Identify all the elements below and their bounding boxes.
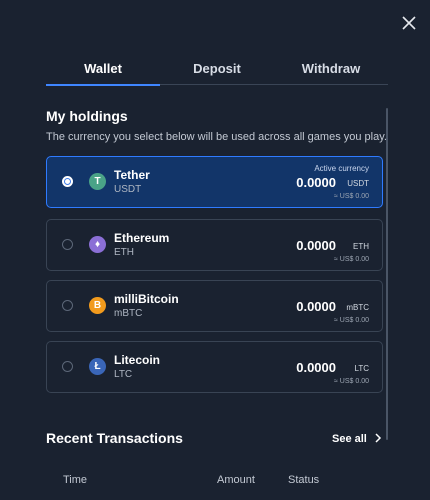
balance-unit: USDT [347, 179, 369, 188]
radio-tether[interactable] [62, 176, 73, 187]
currency-code: mBTC [114, 308, 143, 319]
currency-name: milliBitcoin [114, 292, 179, 306]
currency-code: ETH [114, 247, 134, 258]
tether-icon: T [89, 173, 106, 190]
balance-unit: LTC [354, 364, 369, 373]
chevron-right-icon[interactable] [374, 432, 382, 444]
litecoin-icon: Ł [89, 358, 106, 375]
balance-amount: 0.0000 [296, 360, 336, 375]
ethereum-icon: ♦ [89, 236, 106, 253]
active-currency-label: Active currency [314, 164, 369, 173]
see-all-link[interactable]: See all [332, 433, 367, 445]
radio-millibitcoin[interactable] [62, 300, 73, 311]
currency-card-ethereum[interactable]: ♦ Ethereum ETH 0.0000 ETH ≈ US$ 0.00 [46, 219, 383, 271]
currency-name: Tether [114, 168, 150, 182]
tab-wallet[interactable]: Wallet [46, 58, 160, 86]
currency-code: USDT [114, 184, 142, 195]
holdings-title: My holdings [46, 108, 128, 124]
tab-deposit[interactable]: Deposit [160, 58, 274, 84]
bitcoin-icon: B [89, 297, 106, 314]
currency-code: LTC [114, 369, 133, 380]
balance-amount: 0.0000 [296, 175, 336, 190]
usd-value: ≈ US$ 0.00 [334, 378, 369, 385]
column-header-time: Time [63, 474, 88, 486]
scrollbar[interactable] [386, 108, 388, 440]
currency-card-litecoin[interactable]: Ł Litecoin LTC 0.0000 LTC ≈ US$ 0.00 [46, 341, 383, 393]
balance-amount: 0.0000 [296, 299, 336, 314]
holdings-subtitle: The currency you select below will be us… [46, 131, 387, 143]
usd-value: ≈ US$ 0.00 [334, 317, 369, 324]
usd-value: ≈ US$ 0.00 [334, 193, 369, 200]
tab-withdraw[interactable]: Withdraw [274, 58, 388, 84]
balance-unit: mBTC [346, 303, 369, 312]
column-header-status: Status [288, 474, 320, 486]
usd-value: ≈ US$ 0.00 [334, 256, 369, 263]
tab-bar: Wallet Deposit Withdraw [46, 58, 388, 86]
close-icon[interactable] [400, 14, 418, 32]
currency-name: Ethereum [114, 231, 170, 245]
balance-amount: 0.0000 [296, 238, 336, 253]
currency-card-tether[interactable]: T Tether USDT Active currency 0.0000 USD… [46, 156, 383, 208]
radio-litecoin[interactable] [62, 361, 73, 372]
radio-ethereum[interactable] [62, 239, 73, 250]
currency-name: Litecoin [114, 353, 161, 367]
recent-transactions-title: Recent Transactions [46, 430, 183, 446]
currency-card-millibitcoin[interactable]: B milliBitcoin mBTC 0.0000 mBTC ≈ US$ 0.… [46, 280, 383, 332]
balance-unit: ETH [353, 242, 369, 251]
column-header-amount: Amount [217, 474, 255, 486]
